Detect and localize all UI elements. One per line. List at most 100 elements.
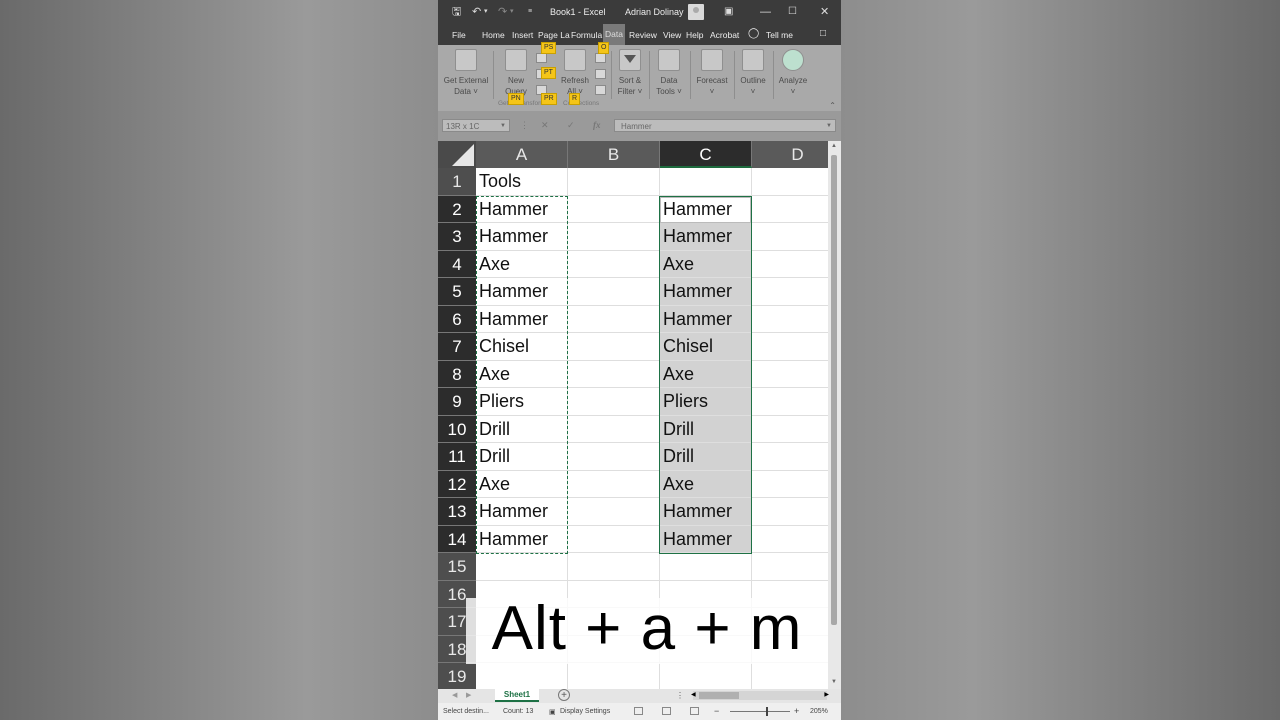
row-header[interactable]: 1 — [438, 168, 476, 196]
cell-d6[interactable] — [752, 306, 828, 333]
cell-d10[interactable] — [752, 416, 828, 443]
column-header-a[interactable]: A — [476, 141, 568, 168]
edit-links-icon[interactable] — [595, 85, 606, 95]
cell-d5[interactable] — [752, 278, 828, 306]
user-name[interactable]: Adrian Dolinay — [625, 7, 684, 17]
undo-icon[interactable]: ↶ — [472, 6, 481, 18]
cell-b8[interactable] — [568, 360, 660, 388]
sort-filter-button[interactable]: Sort & Filter ˅ — [615, 49, 645, 97]
display-settings-icon[interactable]: ▣ — [549, 708, 556, 716]
cell-d2[interactable] — [752, 196, 828, 223]
tab-view[interactable]: View — [663, 30, 681, 40]
row-header[interactable]: 4 — [438, 250, 476, 278]
zoom-slider[interactable] — [730, 711, 790, 712]
customize-qat-icon[interactable]: ≡ — [528, 6, 532, 18]
column-header-d[interactable]: D — [752, 141, 828, 168]
row-header[interactable]: 10 — [438, 415, 476, 443]
zoom-in-icon[interactable]: + — [794, 706, 799, 716]
cell-b3[interactable] — [568, 223, 660, 251]
add-sheet-icon[interactable]: + — [558, 689, 570, 701]
scroll-up-icon[interactable]: ▲ — [831, 143, 837, 149]
row-header[interactable]: 5 — [438, 278, 476, 306]
row-header[interactable]: 6 — [438, 305, 476, 333]
row-header[interactable]: 8 — [438, 360, 476, 388]
vertical-scrollbar[interactable]: ▲ ▼ — [828, 141, 841, 689]
confirm-entry-icon[interactable]: ✓ — [567, 120, 575, 131]
save-icon[interactable]: 🖫 — [452, 6, 461, 18]
row-header[interactable]: 13 — [438, 498, 476, 526]
cell-b14[interactable] — [568, 525, 660, 553]
cell-c1[interactable] — [660, 168, 752, 196]
vertical-scroll-thumb[interactable] — [831, 155, 837, 625]
cell-d1[interactable] — [752, 168, 828, 196]
get-external-data-button[interactable]: Get External Data ˅ — [442, 49, 490, 97]
analyze-button[interactable]: Analyze ˅ — [776, 49, 810, 97]
undo-dropdown-icon[interactable]: ▾ — [484, 6, 488, 18]
comments-icon[interactable]: □ — [820, 28, 826, 39]
row-header[interactable]: 11 — [438, 443, 476, 471]
minimize-icon[interactable]: — — [760, 6, 771, 18]
tab-review[interactable]: Review — [629, 30, 657, 40]
column-header-b[interactable]: B — [568, 141, 660, 168]
tab-split-handle[interactable]: ⋮ — [676, 691, 684, 700]
avatar[interactable] — [688, 4, 704, 20]
cell-b11[interactable] — [568, 443, 660, 471]
tab-home[interactable]: Home — [482, 30, 505, 40]
cell-d9[interactable] — [752, 388, 828, 416]
prev-sheet-icon[interactable]: ◀ — [452, 691, 457, 699]
cell-d8[interactable] — [752, 361, 828, 388]
formula-input[interactable]: Hammer ▼ — [614, 119, 836, 132]
connections-icon[interactable] — [595, 53, 606, 63]
forecast-button[interactable]: Forecast ˅ — [694, 49, 730, 97]
more-options-icon[interactable]: ⋮ — [520, 120, 529, 131]
chevron-down-icon[interactable]: ▼ — [500, 120, 506, 133]
cell-d14[interactable] — [752, 526, 828, 553]
cell-d15[interactable] — [752, 553, 828, 581]
cell-b5[interactable] — [568, 278, 660, 306]
horizontal-scroll-thumb[interactable] — [699, 692, 739, 699]
row-header[interactable]: 2 — [438, 195, 476, 223]
redo-icon[interactable]: ↷ — [498, 6, 507, 18]
horizontal-scrollbar[interactable]: ◀ ▶ — [691, 691, 829, 700]
ribbon-display-icon[interactable]: ▣ — [724, 6, 733, 18]
zoom-slider-knob[interactable] — [766, 707, 768, 716]
cell-b7[interactable] — [568, 333, 660, 361]
tab-formulas[interactable]: Formula — [571, 30, 602, 40]
tab-acrobat[interactable]: Acrobat — [710, 30, 739, 40]
scroll-left-icon[interactable]: ◀ — [691, 691, 696, 698]
cell-b13[interactable] — [568, 498, 660, 526]
tab-file[interactable]: File — [452, 30, 466, 40]
select-all-button[interactable] — [438, 141, 476, 168]
next-sheet-icon[interactable]: ▶ — [466, 691, 471, 699]
cell-a15[interactable] — [476, 553, 568, 581]
expand-formula-icon[interactable]: ▼ — [826, 120, 832, 133]
zoom-level[interactable]: 205% — [810, 708, 828, 715]
scroll-down-icon[interactable]: ▼ — [831, 679, 837, 685]
row-header[interactable]: 14 — [438, 525, 476, 553]
name-box[interactable]: 13R x 1C ▼ — [442, 119, 510, 132]
row-header[interactable]: 9 — [438, 388, 476, 416]
row-header[interactable]: 3 — [438, 223, 476, 251]
cell-a1[interactable]: Tools — [476, 168, 568, 196]
cell-d12[interactable] — [752, 471, 828, 498]
row-header[interactable]: 7 — [438, 333, 476, 361]
new-query-button[interactable]: New Query — [500, 49, 532, 97]
maximize-icon[interactable]: ☐ — [788, 6, 797, 18]
cell-b15[interactable] — [568, 553, 660, 581]
tab-help[interactable]: Help — [686, 30, 703, 40]
cell-b10[interactable] — [568, 415, 660, 443]
data-tools-button[interactable]: Data Tools ˅ — [653, 49, 685, 97]
tell-me-search[interactable]: Tell me — [766, 30, 793, 40]
cell-d13[interactable] — [752, 498, 828, 526]
cell-d4[interactable] — [752, 251, 828, 278]
page-break-view-icon[interactable] — [690, 707, 699, 715]
cancel-entry-icon[interactable]: ✕ — [541, 120, 549, 131]
cell-b9[interactable] — [568, 388, 660, 416]
insert-function-icon[interactable]: fx — [593, 120, 601, 130]
outline-button[interactable]: Outline ˅ — [736, 49, 770, 97]
cell-b2[interactable] — [568, 195, 660, 223]
properties-icon[interactable] — [595, 69, 606, 79]
tab-page-layout[interactable]: Page La — [538, 30, 570, 40]
scroll-right-icon[interactable]: ▶ — [824, 691, 829, 698]
collapse-ribbon-icon[interactable]: ⌃ — [829, 101, 836, 110]
